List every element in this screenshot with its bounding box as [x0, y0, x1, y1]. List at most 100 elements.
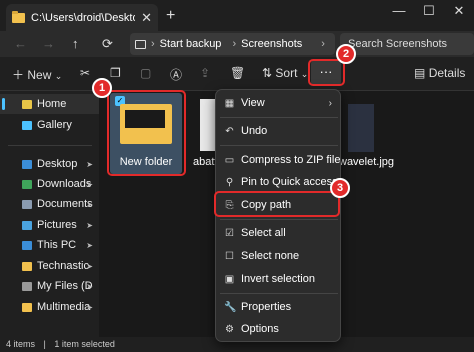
- image-thumbnail[interactable]: [200, 99, 216, 151]
- callout-badge-3: 3: [330, 178, 350, 198]
- sidebar-item-home[interactable]: Home: [0, 94, 99, 114]
- sidebar-item-my-files[interactable]: My Files (D ➤: [0, 276, 99, 296]
- breadcrumb-screenshots[interactable]: Screenshots: [241, 38, 302, 50]
- select-all-icon: ☑: [225, 227, 234, 239]
- copy-icon[interactable]: ❐: [110, 66, 121, 80]
- sidebar-divider: [8, 145, 92, 146]
- paste-icon[interactable]: ▢: [140, 66, 151, 80]
- sidebar-item-desktop[interactable]: Desktop ➤: [0, 154, 99, 174]
- folder-icon: [22, 261, 32, 271]
- menu-item-view[interactable]: ▦ View ›: [216, 92, 342, 114]
- menu-item-label: Compress to ZIP file: [241, 154, 341, 166]
- pin-icon: ⚲: [225, 176, 234, 188]
- sidebar-item-documents[interactable]: Documents ➤: [0, 194, 99, 214]
- address-row: ← → ↑ ⟳ › Start backup › Screenshots › S…: [0, 31, 474, 57]
- callout-box-copy-path: [214, 191, 340, 217]
- sidebar-item-label: Desktop: [37, 158, 78, 170]
- drive-icon: [22, 281, 32, 291]
- breadcrumb-start-backup[interactable]: Start backup: [160, 38, 222, 50]
- callout-box-more-options: [308, 59, 345, 86]
- new-label: New: [27, 68, 52, 82]
- sidebar-item-label: My Files (D: [37, 280, 93, 292]
- view-icon: ▦: [224, 97, 235, 109]
- menu-item-label: Pin to Quick access: [241, 176, 338, 188]
- menu-item-properties[interactable]: 🔧 Properties: [216, 296, 342, 318]
- command-bar: ＋ New ⌄ ✂ ❐ ▢ Ⓐ ⇪ 🗑 ⇅ Sort ⌄ ··· ▤ Detai…: [0, 57, 474, 91]
- status-separator: |: [43, 339, 46, 349]
- share-icon[interactable]: ⇪: [200, 66, 210, 80]
- back-icon[interactable]: ←: [14, 36, 27, 51]
- navigation-pane: Home Gallery Desktop ➤ Downloads ➤ Docum…: [0, 91, 99, 337]
- sidebar-item-label: Gallery: [37, 119, 72, 131]
- tab-strip: C:\Users\droid\Desktop\ ✕ + — ☐ ✕: [0, 0, 474, 31]
- refresh-icon[interactable]: ⟳: [102, 36, 113, 52]
- callout-box-new-folder: [107, 90, 186, 176]
- menu-item-options[interactable]: ⚙ Options: [216, 318, 342, 340]
- pin-icon: ➤: [86, 199, 93, 209]
- minimize-icon[interactable]: —: [384, 3, 414, 18]
- sidebar-item-label: Pictures: [37, 219, 77, 231]
- menu-item-undo[interactable]: ↶ Undo: [216, 120, 342, 142]
- menu-divider: [220, 117, 338, 118]
- menu-item-select-all[interactable]: ☑ Select all: [216, 222, 342, 244]
- sidebar-item-label: Multimedia: [37, 301, 91, 313]
- sidebar-item-downloads[interactable]: Downloads ➤: [0, 174, 99, 194]
- pin-icon: ➤: [86, 240, 93, 250]
- rename-icon[interactable]: Ⓐ: [170, 66, 182, 83]
- file-name-wavelet[interactable]: wavelet.jpg: [339, 156, 394, 168]
- computer-icon: [22, 240, 32, 250]
- desktop-icon: [22, 159, 32, 169]
- options-icon: ⚙: [225, 323, 234, 335]
- folder-icon: [12, 10, 25, 23]
- selection-count: 1 item selected: [54, 339, 115, 349]
- monitor-icon: [135, 39, 146, 49]
- file-name-abatt[interactable]: abatt: [193, 156, 217, 168]
- menu-item-label: Options: [241, 323, 279, 335]
- delete-icon[interactable]: 🗑: [230, 66, 245, 80]
- search-input[interactable]: Search Screenshots: [340, 33, 474, 55]
- details-button[interactable]: ▤ Details: [414, 66, 465, 80]
- plus-icon: ＋: [12, 68, 25, 82]
- gallery-icon: [22, 120, 32, 130]
- cut-icon[interactable]: ✂: [80, 66, 90, 80]
- menu-item-label: Undo: [241, 125, 268, 137]
- sidebar-item-label: Home: [37, 98, 67, 110]
- sidebar-item-pictures[interactable]: Pictures ➤: [0, 215, 99, 235]
- forward-icon[interactable]: →: [42, 36, 55, 51]
- pin-icon: ➤: [86, 302, 93, 312]
- sidebar-item-label: This PC: [37, 239, 77, 251]
- menu-item-pin-quick-access[interactable]: ⚲ Pin to Quick access: [216, 171, 342, 193]
- breadcrumb-sep: ›: [151, 38, 155, 50]
- menu-item-compress-zip[interactable]: ▭ Compress to ZIP file: [216, 149, 342, 171]
- downloads-icon: [22, 179, 32, 189]
- new-tab-icon[interactable]: +: [166, 7, 175, 25]
- menu-item-select-none[interactable]: ☐ Select none: [216, 245, 342, 267]
- tab-desktop[interactable]: C:\Users\droid\Desktop\ ✕: [6, 4, 158, 31]
- sidebar-item-this-pc[interactable]: This PC ➤: [0, 235, 99, 255]
- maximize-icon[interactable]: ☐: [414, 3, 444, 19]
- pin-icon: ➤: [86, 159, 93, 169]
- close-icon[interactable]: ✕: [444, 3, 474, 19]
- address-bar[interactable]: › Start backup › Screenshots ›: [130, 33, 335, 55]
- sort-button[interactable]: ⇅ Sort ⌄: [262, 66, 308, 80]
- tab-close-icon[interactable]: ✕: [141, 10, 152, 26]
- pin-icon: ➤: [86, 281, 93, 291]
- sidebar-item-technastic[interactable]: Technastic ➤: [0, 256, 99, 276]
- menu-item-invert-selection[interactable]: ▣ Invert selection: [216, 268, 342, 290]
- zip-icon: ▭: [224, 154, 235, 166]
- details-label: Details: [428, 66, 466, 80]
- properties-icon: 🔧: [224, 301, 237, 313]
- undo-icon: ↶: [225, 125, 234, 137]
- sidebar-item-gallery[interactable]: Gallery: [0, 115, 99, 135]
- documents-icon: [22, 199, 32, 209]
- image-thumbnail[interactable]: [348, 104, 374, 152]
- sidebar-item-multimedia[interactable]: Multimedia ➤: [0, 297, 99, 317]
- menu-item-label: Invert selection: [241, 273, 315, 285]
- sidebar-item-label: Documents: [37, 198, 93, 210]
- new-button[interactable]: ＋ New ⌄: [12, 66, 62, 83]
- sort-icon: ⇅: [262, 66, 273, 80]
- up-icon[interactable]: ↑: [72, 36, 79, 51]
- breadcrumb-more-icon[interactable]: ›: [321, 38, 325, 50]
- menu-item-label: Properties: [241, 301, 292, 313]
- menu-divider: [220, 145, 338, 146]
